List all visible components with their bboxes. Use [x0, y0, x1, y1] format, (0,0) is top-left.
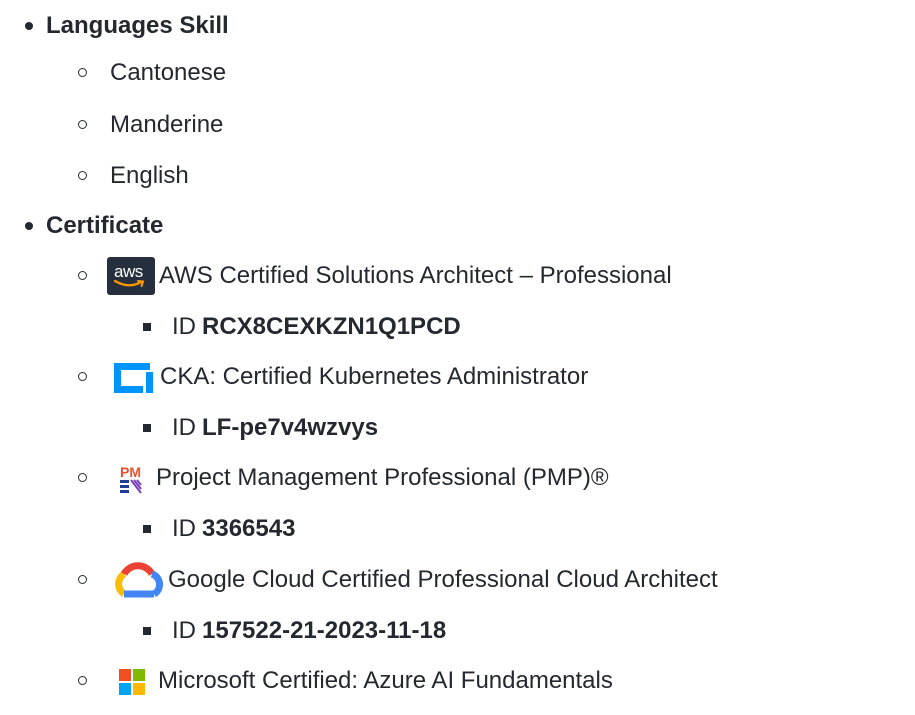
square-bullet	[143, 424, 151, 432]
cert-label: Project Management Professional (PMP)®	[156, 464, 609, 491]
cert-label: Microsoft Certified: Azure AI Fundamenta…	[158, 667, 613, 694]
linux-foundation-logo-icon	[110, 357, 156, 397]
aws-smile-icon	[113, 279, 145, 287]
circle-bullet	[78, 171, 87, 180]
id-prefix: ID	[172, 414, 196, 441]
id-value: RCX8CEXKZN1Q1PCD	[202, 313, 461, 340]
circle-bullet	[78, 473, 87, 482]
circle-bullet	[78, 68, 87, 77]
square-bullet	[143, 525, 151, 533]
list-item-label: English	[110, 162, 189, 189]
circle-bullet	[78, 575, 87, 584]
square-bullet	[143, 323, 151, 331]
id-prefix: ID	[172, 617, 196, 644]
id-value: 157522-21-2023-11-18	[202, 617, 447, 644]
pmi-logo-icon: PM	[110, 460, 152, 496]
circle-bullet	[78, 372, 87, 381]
section-title: Certificate	[46, 212, 164, 239]
google-cloud-logo-icon	[110, 560, 166, 600]
list-item-label: Cantonese	[110, 59, 227, 86]
id-value: LF-pe7v4wzvys	[202, 414, 379, 441]
list-item-label: Manderine	[110, 111, 224, 138]
cert-label: AWS Certified Solutions Architect – Prof…	[159, 262, 672, 289]
id-value: 3366543	[202, 515, 296, 542]
microsoft-logo-icon	[110, 661, 154, 701]
aws-logo-icon: aws	[107, 257, 155, 295]
circle-bullet	[78, 271, 87, 280]
circle-bullet	[78, 676, 87, 685]
disc-bullet	[25, 22, 33, 30]
section-title: Languages Skill	[46, 12, 229, 39]
circle-bullet	[78, 120, 87, 129]
id-prefix: ID	[172, 313, 196, 340]
disc-bullet	[25, 222, 33, 230]
id-prefix: ID	[172, 515, 196, 542]
pmi-logo-text: PM	[120, 464, 141, 480]
cert-label: Google Cloud Certified Professional Clou…	[168, 566, 718, 593]
cert-label: CKA: Certified Kubernetes Administrator	[160, 363, 589, 390]
square-bullet	[143, 627, 151, 635]
